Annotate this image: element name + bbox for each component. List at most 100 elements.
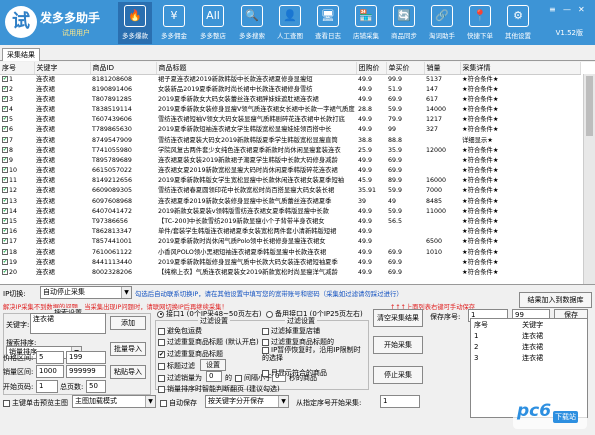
ip-mode-select[interactable]: 自动停止采集 ▼: [40, 286, 132, 299]
tab-collect-results[interactable]: 采集结果: [2, 48, 40, 61]
row-checkbox[interactable]: ✔: [2, 95, 8, 102]
table-row[interactable]: ✔ 6 连衣裙 T789865630 2019夏季新款短袖连衣裙女学生韩版宽松显瘦娃娃领…: [0, 125, 580, 135]
nav-product-sync[interactable]: 🔄 商品同步: [387, 2, 421, 44]
start-collect-button[interactable]: 开始采集: [373, 336, 423, 354]
opt-dup-title-default[interactable]: 过滤重复商品标题 (默认开启): [158, 337, 259, 347]
row-checkbox[interactable]: ✔: [2, 238, 8, 245]
table-row[interactable]: ✔ 19 连衣裙 8441113440 2019夏季新款韩版修身显瘦气质中长款大码女装连…: [0, 258, 580, 268]
row-checkbox[interactable]: ✔: [2, 187, 8, 194]
list-item[interactable]: 1 连衣裙: [471, 330, 587, 341]
list-item[interactable]: 3 连衣裙: [471, 352, 587, 363]
table-row[interactable]: ✔ 4 连衣裙 T838519114 2019夏季新款女装修身显瘦V领气质连衣裙女长裙中…: [0, 105, 580, 115]
table-row[interactable]: ✔ 11 连衣裙 8149212656 2019夏季新款韩版女学生宽松显瘦中长款休闲连衣…: [0, 176, 580, 186]
checkbox[interactable]: [158, 338, 165, 346]
table-row[interactable]: ✔ 10 连衣裙 6615057022 连衣裙女夏2019新款宽松显瘦大码时尚休闲夏季韩…: [0, 166, 580, 176]
checkbox[interactable]: [158, 374, 165, 382]
checkbox[interactable]: [158, 327, 165, 335]
nav-other-settings[interactable]: ⚙ 其他设置: [501, 2, 535, 44]
opt-title-filter[interactable]: 标题过滤: [158, 361, 195, 371]
table-row[interactable]: ✔ 9 连衣裙 T895789689 连衣裙夏装女装2019新款裙子潮夏学生韩版中长款大…: [0, 156, 580, 166]
table-row[interactable]: ✔ 12 连衣裙 6609089305 雪纺连衣裙春夏圆领印花中长款宽松时尚百搭显瘦大码…: [0, 186, 580, 196]
title-filter-settings-button[interactable]: 设置: [200, 359, 226, 371]
radio-api-1[interactable]: [157, 310, 164, 318]
opt-smart-paging[interactable]: 销量排序时智能判断翻页 (建议勾选): [158, 384, 280, 394]
row-checkbox[interactable]: ✔: [2, 268, 8, 275]
col-keyword[interactable]: 关键字: [34, 62, 91, 75]
checkbox[interactable]: [262, 346, 269, 354]
save-mode-select[interactable]: 按关键字分开保存 ▼: [205, 395, 289, 408]
start-from-index-input[interactable]: 1: [380, 395, 420, 408]
batch-import-button[interactable]: 批量导入: [110, 342, 146, 356]
row-checkbox[interactable]: ✔: [2, 126, 8, 133]
table-row[interactable]: ✔ 2 连衣裙 8190891406 女装新品2019夏季新款时尚长裙中长款连衣裙修身雪…: [0, 85, 580, 95]
nav-shop-collect[interactable]: 🏪 店铺采集: [349, 2, 383, 44]
checkbox[interactable]: [158, 385, 165, 393]
opt-filter-shop[interactable]: 过滤掉重复店铺: [262, 326, 320, 336]
checkbox[interactable]: [262, 369, 269, 377]
checkbox[interactable]: ✔: [158, 350, 165, 358]
image-load-mode-select[interactable]: 主图加载模式 ▼: [72, 395, 156, 408]
price-max-input[interactable]: 199: [66, 351, 106, 364]
table-row[interactable]: ✔ 20 连衣裙 8002328206 【纯棉上衣】气质连衣裙夏装女2019新款宽松时尚…: [0, 268, 580, 278]
opt-avoid-shipping[interactable]: 避免包运费: [158, 326, 202, 336]
table-row[interactable]: ✔ 17 连衣裙 T857441001 2019夏季新款时尚休闲气质Polo领中长裙修身…: [0, 237, 580, 247]
radio-api-2[interactable]: [266, 310, 273, 318]
table-row[interactable]: ✔ 1 连衣裙 8181208608 裙子夏连衣裙2019新款韩版中长款连衣裙夏修身显瘦…: [0, 74, 580, 85]
clear-results-button[interactable]: 清空采集结果: [373, 309, 423, 327]
results-table[interactable]: 序号 关键字 商品ID 商品标题 团购价 单买价 销量 采集详情 ✔ 1 连衣裙 81…: [0, 62, 595, 285]
row-checkbox[interactable]: ✔: [2, 156, 8, 163]
checkbox[interactable]: [158, 362, 165, 370]
add-to-database-button[interactable]: 结果加入到数据库: [519, 292, 592, 308]
sales-max-input[interactable]: 999999: [66, 365, 106, 378]
stop-collect-button[interactable]: 停止采集: [373, 366, 423, 384]
row-checkbox[interactable]: ✔: [2, 258, 8, 265]
row-checkbox[interactable]: ✔: [2, 136, 8, 143]
opt-sales-filter[interactable]: 过滤销量为: [158, 373, 202, 383]
table-row[interactable]: ✔ 7 连衣裙 8749547909 雪纺连衣裙夏装大码女2019新款韩版夏季学生韩版宽…: [0, 135, 580, 145]
row-checkbox[interactable]: ✔: [2, 248, 8, 255]
table-row[interactable]: ✔ 14 连衣裙 6407041472 2019新款女装夏装v领韩版雪纺连衣裙女夏季韩版…: [0, 207, 580, 217]
table-row[interactable]: ✔ 15 连衣裙 T97386656 【TC-200]中长款雪纺2019新款显瘦小个子背…: [0, 217, 580, 227]
row-checkbox[interactable]: ✔: [2, 167, 8, 174]
start-page-input[interactable]: 1: [36, 380, 58, 393]
table-row[interactable]: ✔ 18 连衣裙 7610061122 小香风POLO领小黑裙短袖连衣裙夏季韩版显瘦中长…: [0, 248, 580, 258]
row-checkbox[interactable]: ✔: [2, 146, 8, 153]
price-min-input[interactable]: 5: [36, 351, 64, 364]
scrollbar-thumb[interactable]: [586, 76, 593, 136]
nav-manual-image[interactable]: 👤 人工查图: [273, 2, 307, 44]
row-checkbox[interactable]: ✔: [2, 197, 8, 204]
col-single-price[interactable]: 单买价: [386, 62, 425, 75]
row-checkbox[interactable]: ✔: [2, 116, 8, 123]
table-row[interactable]: ✔ 13 连衣裙 6097608968 连衣裙夏季2019新款女装修身显瘦中长款气质蕾丝…: [0, 197, 580, 207]
list-item[interactable]: 2 连衣裙: [471, 341, 587, 352]
checkbox[interactable]: [3, 399, 10, 407]
keyword-input[interactable]: 连衣裙: [30, 313, 106, 334]
col-detail[interactable]: 采集详情: [460, 62, 581, 75]
table-row[interactable]: ✔ 5 连衣裙 T607439606 雪纺连衣裙短袖V领女大码女装显瘦气质韩剧碎花连衣裙…: [0, 115, 580, 125]
row-checkbox[interactable]: ✔: [2, 85, 8, 92]
row-checkbox[interactable]: ✔: [2, 228, 8, 235]
nav-commission[interactable]: ¥ 多多佣金: [157, 2, 191, 44]
opt-preview-image[interactable]: 主键单击预览主图: [3, 398, 68, 408]
col-group-price[interactable]: 团购价: [356, 62, 387, 75]
sales-filter-input[interactable]: 0: [206, 371, 222, 382]
col-index[interactable]: 序号: [0, 62, 35, 75]
col-title[interactable]: 商品标题: [156, 62, 357, 75]
row-checkbox[interactable]: ✔: [2, 218, 8, 225]
table-row[interactable]: ✔ 8 连衣裙 T741055980 学院风复古两件套少女纯色连衣裙夏季新款时尚休闲显瘦…: [0, 146, 580, 156]
nav-quick-order[interactable]: 📍 快捷下单: [463, 2, 497, 44]
nav-search[interactable]: 🔍 多多搜索: [235, 2, 269, 44]
minimize-icon[interactable]: —: [563, 5, 571, 14]
checkbox[interactable]: [160, 399, 167, 407]
close-icon[interactable]: ✕: [578, 5, 585, 14]
sales-min-input[interactable]: 1000: [36, 365, 64, 378]
col-product-id[interactable]: 商品ID: [90, 62, 157, 75]
checkbox[interactable]: [262, 338, 269, 346]
vertical-scrollbar[interactable]: [583, 74, 595, 284]
row-checkbox[interactable]: ✔: [2, 105, 8, 112]
paste-import-button[interactable]: 粘贴导入: [110, 365, 146, 379]
opt-autosave[interactable]: 自动保存: [160, 398, 197, 408]
nav-hot-products[interactable]: 🔥 多多爆款: [118, 2, 152, 44]
checkbox[interactable]: [235, 374, 242, 382]
row-checkbox[interactable]: ✔: [2, 75, 8, 82]
